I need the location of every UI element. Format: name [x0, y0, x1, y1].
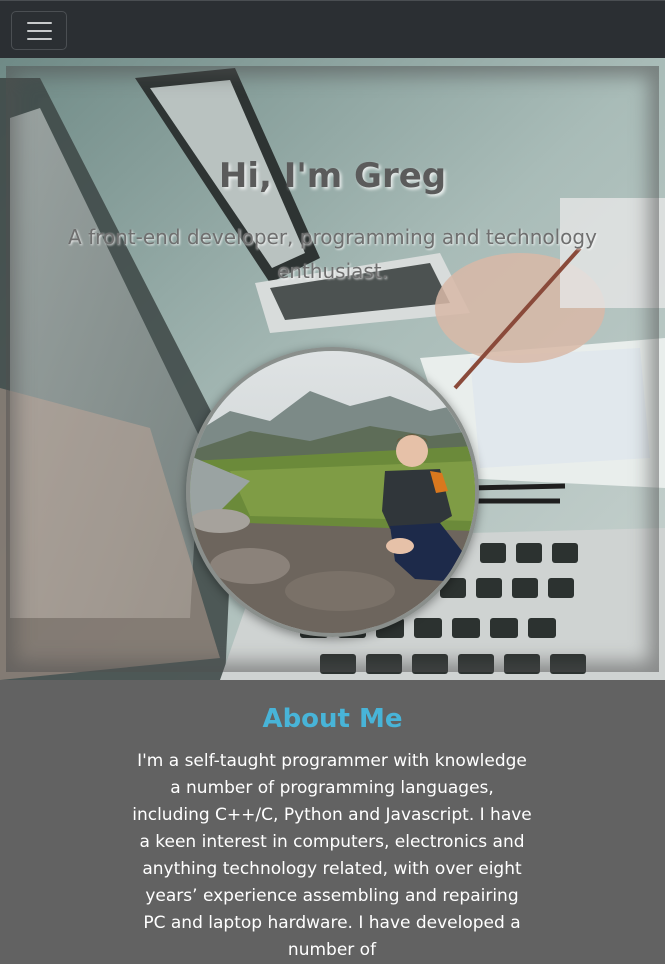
navbar	[0, 0, 665, 58]
about-text: I'm a self-taught programmer with knowle…	[132, 751, 532, 960]
hero-title: Hi, I'm Greg	[218, 156, 447, 196]
hamburger-line	[27, 38, 52, 40]
navbar-toggler-button[interactable]	[11, 11, 67, 50]
hamburger-line	[27, 22, 52, 24]
about-title: About Me	[262, 704, 403, 734]
profile-photo	[186, 347, 479, 637]
hero-section: Hi, I'm Greg A front-end developer, prog…	[0, 58, 665, 680]
hero-subtitle: A front-end developer, programming and t…	[68, 225, 597, 283]
hamburger-line	[27, 30, 52, 32]
